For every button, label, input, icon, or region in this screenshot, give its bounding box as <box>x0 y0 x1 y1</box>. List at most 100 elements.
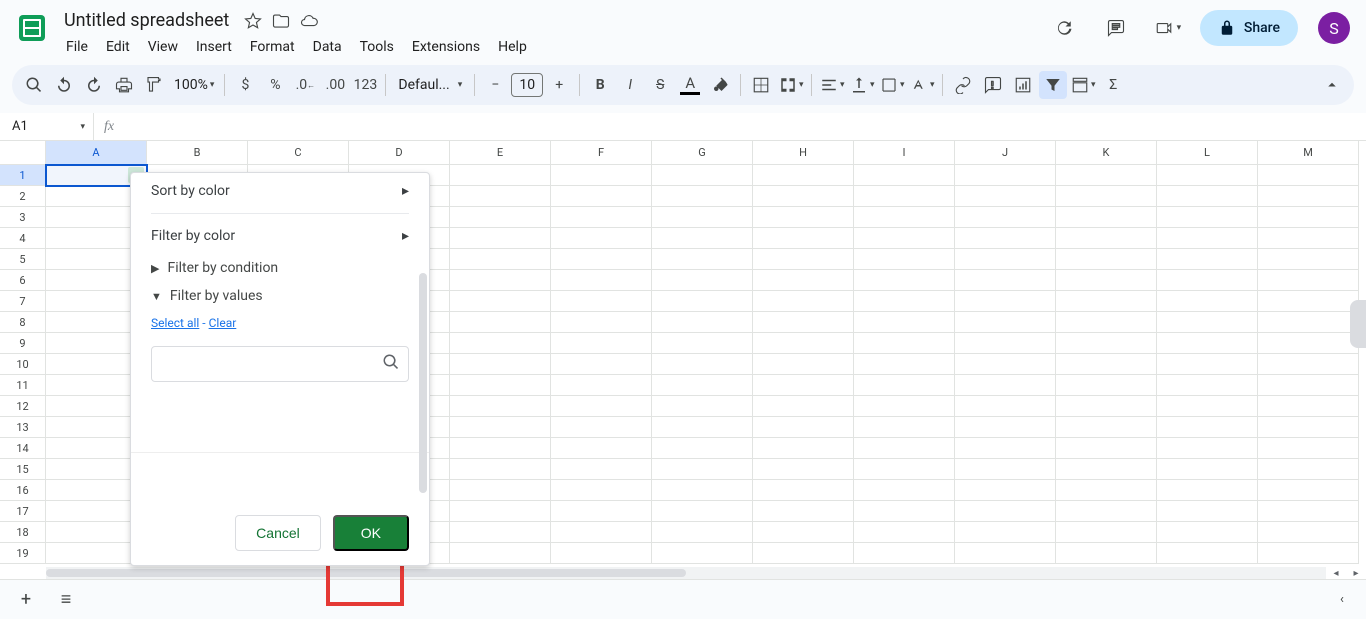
cell[interactable] <box>1056 207 1157 228</box>
cell[interactable] <box>450 165 551 186</box>
sheets-logo[interactable] <box>12 8 52 48</box>
cell[interactable] <box>753 480 854 501</box>
cell[interactable] <box>450 480 551 501</box>
col-header-a[interactable]: A <box>46 141 147 165</box>
cell[interactable] <box>450 438 551 459</box>
cell[interactable] <box>1258 207 1359 228</box>
col-header-i[interactable]: I <box>854 141 955 165</box>
filter-by-condition[interactable]: ▶ Filter by condition <box>131 254 429 282</box>
explore-toggle-icon[interactable]: ‹ <box>1330 587 1354 611</box>
filter-search-box[interactable] <box>151 346 409 382</box>
row-header[interactable]: 5 <box>0 249 46 270</box>
row-header[interactable]: 3 <box>0 207 46 228</box>
col-header-e[interactable]: E <box>450 141 551 165</box>
filter-search-input[interactable] <box>160 356 382 372</box>
select-all-corner[interactable] <box>0 141 46 165</box>
row-header[interactable]: 16 <box>0 480 46 501</box>
cell[interactable] <box>854 165 955 186</box>
formula-input[interactable] <box>118 113 1366 140</box>
paint-format-icon[interactable] <box>140 71 168 99</box>
text-rotation-icon[interactable]: ▾ <box>908 71 936 99</box>
cell[interactable] <box>1056 459 1157 480</box>
row-header[interactable]: 7 <box>0 291 46 312</box>
cell[interactable] <box>1157 480 1258 501</box>
cell[interactable] <box>450 459 551 480</box>
history-icon[interactable] <box>1044 8 1084 48</box>
cell[interactable] <box>652 186 753 207</box>
cell[interactable] <box>753 165 854 186</box>
ok-button[interactable]: OK <box>333 515 409 551</box>
cell[interactable] <box>955 522 1056 543</box>
cell[interactable] <box>1258 354 1359 375</box>
row-header[interactable]: 4 <box>0 228 46 249</box>
cell[interactable] <box>854 249 955 270</box>
horizontal-align-icon[interactable]: ▾ <box>818 71 846 99</box>
menu-format[interactable]: Format <box>242 35 303 59</box>
cell[interactable] <box>450 522 551 543</box>
col-header-h[interactable]: H <box>753 141 854 165</box>
row-header[interactable]: 13 <box>0 417 46 438</box>
vertical-align-icon[interactable]: ▾ <box>848 71 876 99</box>
cell[interactable] <box>1056 522 1157 543</box>
cell[interactable] <box>1056 417 1157 438</box>
italic-icon[interactable]: I <box>616 71 644 99</box>
col-header-g[interactable]: G <box>652 141 753 165</box>
print-icon[interactable] <box>110 71 138 99</box>
cell[interactable] <box>854 459 955 480</box>
cell[interactable] <box>1056 354 1157 375</box>
row-header[interactable]: 6 <box>0 270 46 291</box>
row-header[interactable]: 1 <box>0 165 46 186</box>
cell[interactable] <box>854 522 955 543</box>
cell[interactable] <box>551 291 652 312</box>
cell[interactable] <box>551 438 652 459</box>
zoom-select[interactable]: 100% ▾ <box>170 71 218 99</box>
cell[interactable] <box>1056 270 1157 291</box>
cell[interactable] <box>1258 165 1359 186</box>
increase-decimal-icon[interactable]: .00 <box>321 71 349 99</box>
row-header[interactable]: 17 <box>0 501 46 522</box>
insert-chart-icon[interactable] <box>1009 71 1037 99</box>
cell[interactable] <box>1157 270 1258 291</box>
cell[interactable] <box>854 228 955 249</box>
text-wrap-icon[interactable]: ▾ <box>878 71 906 99</box>
cell[interactable] <box>551 543 652 564</box>
cell[interactable] <box>1258 480 1359 501</box>
cell[interactable] <box>652 228 753 249</box>
cell[interactable] <box>955 207 1056 228</box>
cell[interactable] <box>551 165 652 186</box>
cell[interactable] <box>652 291 753 312</box>
name-box[interactable]: A1▾ <box>0 113 94 140</box>
cell[interactable] <box>450 249 551 270</box>
cell[interactable] <box>1157 438 1258 459</box>
cell[interactable] <box>450 312 551 333</box>
account-avatar[interactable]: S <box>1318 12 1350 44</box>
row-header[interactable]: 18 <box>0 522 46 543</box>
select-all-link[interactable]: Select all <box>151 316 199 330</box>
cell[interactable] <box>955 249 1056 270</box>
cell[interactable] <box>854 438 955 459</box>
cell[interactable] <box>955 165 1056 186</box>
cell[interactable] <box>1258 375 1359 396</box>
side-panel-toggle[interactable] <box>1350 300 1366 348</box>
cell[interactable] <box>753 207 854 228</box>
currency-icon[interactable]: $ <box>231 71 259 99</box>
menu-view[interactable]: View <box>140 35 186 59</box>
cell[interactable] <box>1258 522 1359 543</box>
cell[interactable] <box>450 207 551 228</box>
cell[interactable] <box>652 249 753 270</box>
cell[interactable] <box>1157 312 1258 333</box>
row-header[interactable]: 2 <box>0 186 46 207</box>
cell[interactable] <box>1258 270 1359 291</box>
cell[interactable] <box>450 186 551 207</box>
cell[interactable] <box>955 270 1056 291</box>
cell[interactable] <box>652 438 753 459</box>
cell[interactable] <box>1056 249 1157 270</box>
filter-icon[interactable] <box>1039 71 1067 99</box>
cell[interactable] <box>1056 228 1157 249</box>
menu-file[interactable]: File <box>58 35 96 59</box>
col-header-b[interactable]: B <box>147 141 248 165</box>
row-header[interactable]: 14 <box>0 438 46 459</box>
cell[interactable] <box>551 417 652 438</box>
cell[interactable] <box>450 396 551 417</box>
meet-button[interactable]: ▾ <box>1148 8 1188 48</box>
